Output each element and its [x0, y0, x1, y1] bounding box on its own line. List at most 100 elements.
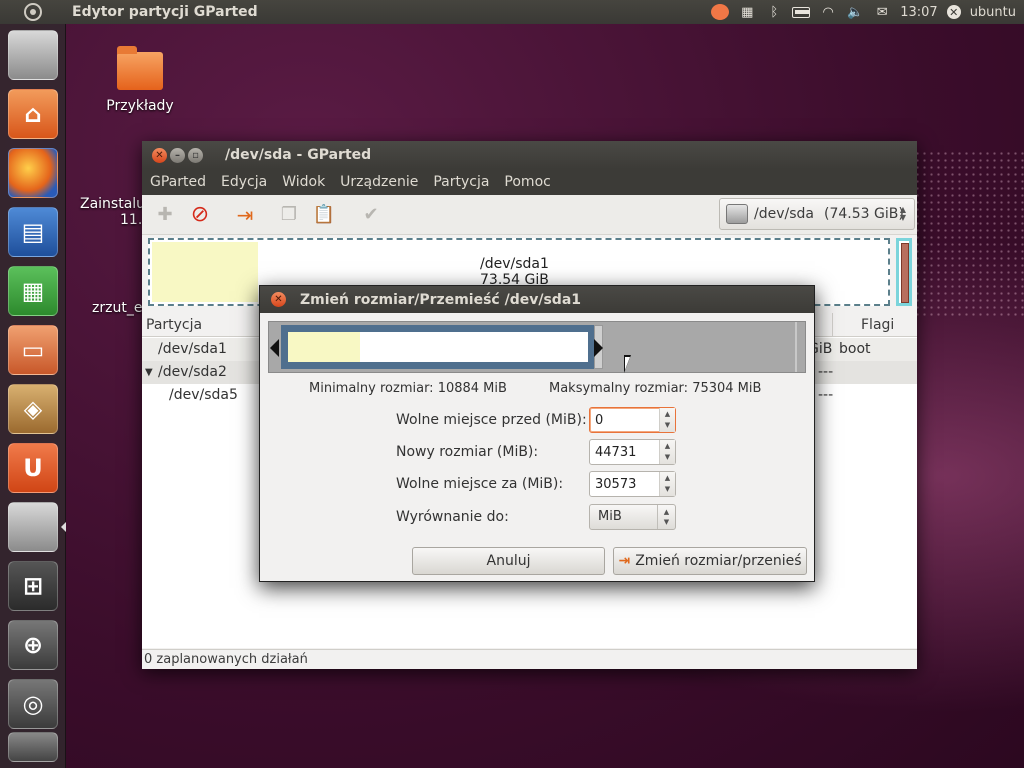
new-partition-icon[interactable]: ✚	[152, 202, 178, 228]
minimize-icon[interactable]: –	[170, 147, 185, 163]
close-icon[interactable]: ✕	[271, 292, 286, 307]
dialog-titlebar[interactable]: ✕ Zmień rozmiar/Przemieść /dev/sda1	[260, 286, 814, 313]
max-size-label: Maksymalny rozmiar: 75304 MiB	[549, 381, 762, 396]
partition-dash: ---	[818, 387, 834, 403]
launcher-firefox-icon[interactable]	[8, 148, 58, 198]
wifi-icon[interactable]: ◠	[819, 5, 837, 20]
ubuntu-logo-icon[interactable]	[0, 0, 66, 24]
launcher-gparted-icon[interactable]	[8, 30, 58, 80]
spinner-arrows-icon[interactable]: ▲ ▼	[659, 408, 675, 432]
resize-graphic-edge	[795, 322, 797, 372]
updates-icon[interactable]: ▦	[738, 5, 756, 20]
free-before-input[interactable]	[590, 408, 660, 432]
user-name[interactable]: ubuntu	[970, 5, 1016, 20]
partition-name: /dev/sda1	[158, 341, 227, 357]
updown-arrows-icon: ▲ ▼	[657, 505, 675, 529]
mail-icon[interactable]: ✉	[873, 5, 891, 20]
free-after-spinner[interactable]: ▲▼	[589, 471, 676, 497]
resize-move-button-label: Zmień rozmiar/przenieś	[635, 553, 802, 569]
left-resize-handle-icon[interactable]	[270, 339, 279, 357]
launcher-trash-icon[interactable]	[8, 732, 58, 762]
launcher-search-icon[interactable]: ◎	[8, 679, 58, 729]
expander-icon[interactable]: ▼	[145, 367, 153, 378]
resizable-partition[interactable]	[281, 325, 595, 369]
menu-device[interactable]: Urządzenie	[340, 174, 418, 190]
copy-icon[interactable]: ❐	[276, 202, 302, 228]
toolbar: ✚ ⊘ ⇥ ❐ 📋 ✔ /dev/sda (74.53 GiB) ▲ ▼	[142, 195, 917, 235]
launcher: ⌂ ▤ ▦ ▭ ◈ U ⊞ ⊕ ◎	[0, 24, 66, 768]
free-before-spinner[interactable]: ▲▼	[589, 407, 676, 433]
map-partition-name: /dev/sda1	[480, 256, 549, 272]
launcher-writer-icon[interactable]: ▤	[8, 207, 58, 257]
resize-move-icon: ⇥	[618, 553, 631, 569]
partition-dash: ---	[818, 364, 834, 380]
launcher-ubuntu-one-icon[interactable]: U	[8, 443, 58, 493]
desktop-icon-label: zrzut_e	[92, 300, 143, 316]
power-icon[interactable]: ✕	[946, 5, 961, 19]
device-size: (74.53 GiB)	[823, 206, 904, 222]
spinner-arrows-icon[interactable]: ▲ ▼	[659, 472, 675, 496]
running-indicator-icon	[61, 522, 66, 532]
menu-view[interactable]: Widok	[282, 174, 325, 190]
device-selector[interactable]: /dev/sda (74.53 GiB) ▲ ▼	[719, 198, 915, 230]
align-label: Wyrównanie do:	[396, 509, 509, 525]
desktop-icon-examples[interactable]: Przykłady	[104, 46, 176, 114]
menu-edit[interactable]: Edycja	[221, 174, 267, 190]
desktop-icon-installer[interactable]: Zainstalu 11.	[80, 196, 145, 228]
status-bar: 0 zaplanowanych działań	[142, 649, 917, 669]
partition-name: /dev/sda5	[169, 387, 238, 403]
resize-move-icon[interactable]: ⇥	[232, 202, 258, 228]
volume-icon[interactable]: 🔈	[846, 5, 864, 20]
partition-flags: boot	[839, 341, 871, 357]
launcher-zoom-icon[interactable]: ⊕	[8, 620, 58, 670]
launcher-workspaces-icon[interactable]: ⊞	[8, 561, 58, 611]
menu-partition[interactable]: Partycja	[433, 174, 489, 190]
system-tray: ▦ ᛒ ◠ 🔈 ✉ 13:07 ✕ ubuntu	[711, 0, 1016, 24]
device-path: /dev/sda	[754, 206, 814, 222]
dialog-title: Zmień rozmiar/Przemieść /dev/sda1	[300, 291, 582, 308]
cancel-button[interactable]: Anuluj	[412, 547, 605, 575]
used-space-bar	[288, 332, 360, 362]
disk-map-extended-partition[interactable]	[896, 238, 912, 306]
launcher-home-folder-icon[interactable]: ⌂	[8, 89, 58, 139]
desktop-icon-label: 11.	[120, 212, 143, 228]
resize-move-button[interactable]: ⇥ Zmień rozmiar/przenieś	[613, 547, 807, 575]
window-titlebar[interactable]: ✕ – ▫ /dev/sda - GParted	[142, 141, 917, 169]
clock[interactable]: 13:07	[900, 5, 937, 20]
align-value: MiB	[598, 509, 622, 524]
battery-icon[interactable]	[792, 5, 811, 19]
delete-partition-icon[interactable]: ⊘	[187, 202, 213, 228]
new-size-input[interactable]	[590, 440, 660, 464]
window-title: /dev/sda - GParted	[225, 147, 372, 163]
apply-check-icon[interactable]: ✔	[358, 202, 384, 228]
align-select[interactable]: MiB ▲ ▼	[589, 504, 676, 530]
cloud-icon[interactable]	[711, 4, 730, 20]
mouse-cursor-icon	[624, 355, 631, 373]
active-app-title: Edytor partycji GParted	[72, 4, 258, 20]
new-size-label: Nowy rozmiar (MiB):	[396, 444, 539, 460]
free-before-label: Wolne miejsce przed (MiB):	[396, 412, 587, 428]
column-partition[interactable]: Partycja	[146, 317, 202, 333]
right-resize-handle-icon[interactable]	[594, 339, 603, 357]
column-flags[interactable]: Flagi	[832, 312, 894, 337]
launcher-calc-icon[interactable]: ▦	[8, 266, 58, 316]
menu-help[interactable]: Pomoc	[504, 174, 550, 190]
close-icon[interactable]: ✕	[152, 147, 167, 163]
launcher-gparted-running-icon[interactable]	[8, 502, 58, 552]
menubar: GParted Edycja Widok Urządzenie Partycja…	[142, 169, 917, 195]
maximize-icon[interactable]: ▫	[188, 147, 203, 163]
free-after-label: Wolne miejsce za (MiB):	[396, 476, 564, 492]
bluetooth-icon[interactable]: ᛒ	[765, 5, 783, 20]
resize-graphic[interactable]	[268, 321, 806, 373]
top-panel: Edytor partycji GParted ▦ ᛒ ◠ 🔈 ✉ 13:07 …	[0, 0, 1024, 24]
menu-gparted[interactable]: GParted	[150, 174, 206, 190]
desktop-icon-label: Przykłady	[106, 98, 174, 114]
spinner-arrows-icon[interactable]: ▲ ▼	[659, 440, 675, 464]
free-after-input[interactable]	[590, 472, 660, 496]
launcher-impress-icon[interactable]: ▭	[8, 325, 58, 375]
launcher-software-center-icon[interactable]: ◈	[8, 384, 58, 434]
hard-disk-icon	[726, 204, 748, 224]
paste-icon[interactable]: 📋	[311, 202, 337, 228]
new-size-spinner[interactable]: ▲▼	[589, 439, 676, 465]
partition-name: /dev/sda2	[158, 364, 227, 380]
